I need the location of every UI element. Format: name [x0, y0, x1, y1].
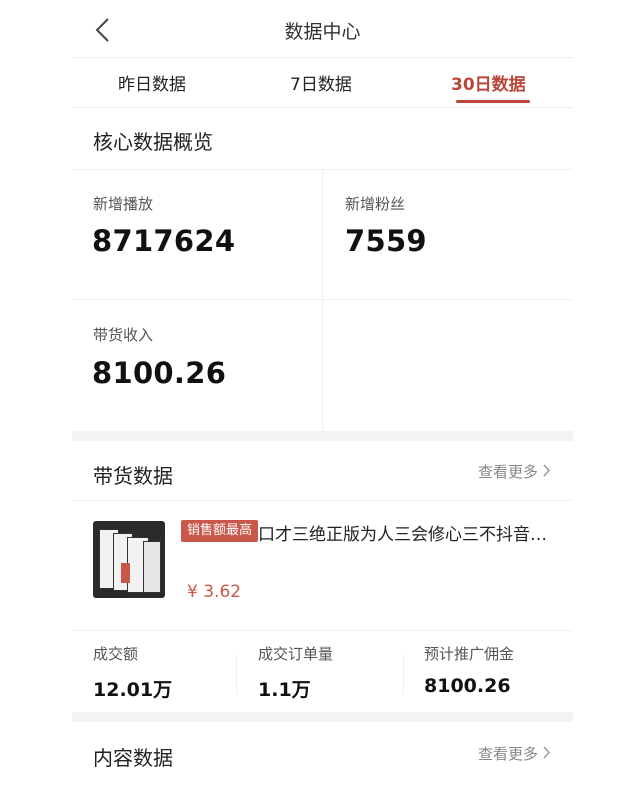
section-separator [72, 712, 573, 722]
sales-more-link[interactable]: 查看更多 [478, 461, 551, 482]
metric-value-gmv: 12.01万 [93, 679, 173, 701]
divider [72, 630, 573, 631]
stat-value-plays: 8717624 [92, 224, 236, 258]
divider [72, 500, 573, 501]
product-price: ¥ 3.62 [187, 582, 242, 602]
stat-label-plays: 新增播放 [93, 195, 154, 213]
more-link-label: 查看更多 [478, 463, 539, 481]
top-sales-badge: 销售额最高 [181, 520, 259, 542]
sales-section-title: 带货数据 [93, 464, 173, 488]
product-image[interactable] [93, 521, 165, 598]
divider [322, 300, 323, 430]
divider [322, 170, 323, 298]
more-link-label: 查看更多 [478, 745, 539, 763]
metric-value-commission: 8100.26 [424, 675, 511, 697]
page-title: 数据中心 [284, 21, 361, 43]
product-title[interactable]: 口才三绝正版为人三会修心三不抖音… [258, 520, 558, 545]
divider [72, 299, 573, 300]
stat-value-fans: 7559 [345, 224, 427, 258]
active-tab-indicator [456, 100, 530, 103]
tab-30-days[interactable]: 30日数据 [451, 70, 526, 95]
header: 数据中心 [72, 0, 573, 58]
overview-title: 核心数据概览 [93, 130, 213, 154]
metric-label-orders: 成交订单量 [258, 645, 334, 663]
stat-label-fans: 新增粉丝 [345, 195, 406, 213]
divider [236, 655, 237, 695]
stat-label-income: 带货收入 [93, 326, 154, 344]
chevron-right-icon [542, 745, 551, 763]
content-more-link[interactable]: 查看更多 [478, 743, 551, 764]
stat-value-income: 8100.26 [92, 356, 227, 390]
section-separator [72, 431, 573, 441]
data-center-page: 数据中心 昨日数据 7日数据 30日数据 核心数据概览 新增播放 8717624… [72, 0, 573, 794]
metric-label-gmv: 成交额 [93, 645, 139, 663]
divider [403, 655, 404, 695]
period-tabs: 昨日数据 7日数据 30日数据 [72, 58, 573, 108]
tab-7-days[interactable]: 7日数据 [290, 70, 352, 95]
content-section-title: 内容数据 [93, 746, 173, 770]
chevron-right-icon [542, 463, 551, 481]
metric-value-orders: 1.1万 [258, 679, 311, 701]
metric-label-commission: 预计推广佣金 [424, 645, 515, 663]
tab-yesterday[interactable]: 昨日数据 [118, 70, 186, 95]
